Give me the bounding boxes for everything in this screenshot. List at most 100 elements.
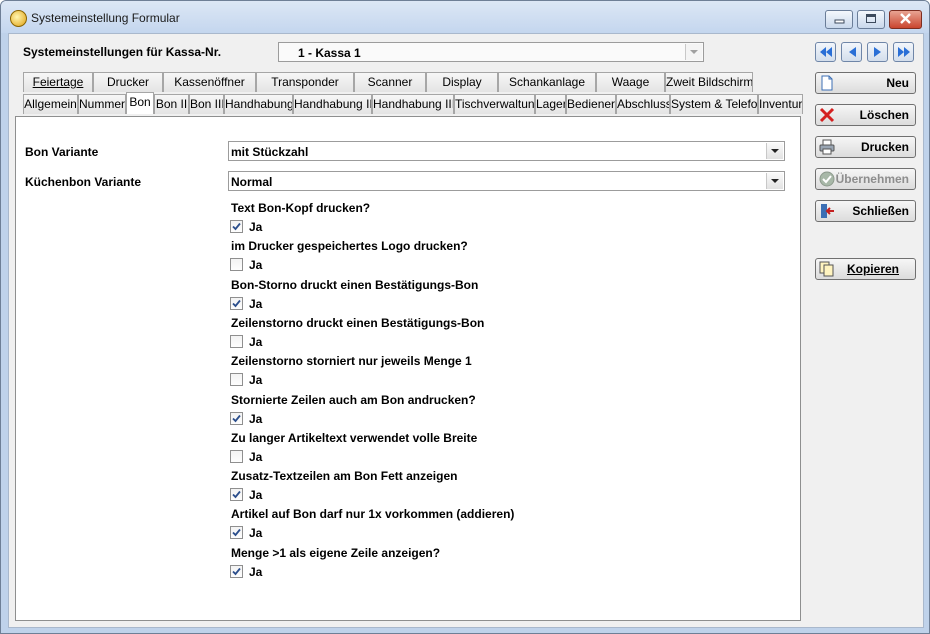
bon-variante-value: mit Stückzahl <box>231 145 309 159</box>
app-window: Systemeinstellung Formular Systemeinstel… <box>0 0 930 634</box>
tab-abschluss[interactable]: Abschluss <box>616 94 670 114</box>
tab-handhabung-ii[interactable]: Handhabung II <box>293 94 372 114</box>
option-checkbox-label[interactable]: Ja <box>249 565 262 579</box>
tab-handhabung-iii[interactable]: Handhabung III <box>372 94 454 114</box>
checkmark-circle-icon <box>819 171 835 187</box>
double-arrow-right-icon <box>897 47 910 57</box>
option-checkbox[interactable] <box>230 526 243 540</box>
copy-icon <box>819 261 834 277</box>
checkmark-icon <box>232 299 241 307</box>
tab-allgemein[interactable]: Allgemein <box>23 94 78 114</box>
kuechenbon-variante-select[interactable]: Normal <box>228 171 785 191</box>
option-checkbox-label[interactable]: Ja <box>249 335 262 349</box>
window-title: Systemeinstellung Formular <box>31 11 180 25</box>
maximize-button[interactable] <box>857 10 885 29</box>
option-label: Bon-Storno druckt einen Bestätigungs-Bon <box>231 277 479 292</box>
option-checkbox[interactable] <box>230 411 243 425</box>
option-checkbox[interactable] <box>230 488 243 502</box>
tab-system-telefon[interactable]: System & Telefon <box>670 94 758 114</box>
app-logo-icon <box>10 10 27 27</box>
tab-bon-iii[interactable]: Bon III <box>189 94 224 114</box>
previous-record-button[interactable] <box>841 42 862 62</box>
tab-tischverwaltung[interactable]: Tischverwaltung <box>454 94 535 114</box>
tab-bon[interactable]: Bon <box>126 92 154 114</box>
option-checkbox[interactable] <box>230 449 243 463</box>
option-checkbox-label[interactable]: Ja <box>249 297 262 311</box>
option-checkbox-label[interactable]: Ja <box>249 373 262 387</box>
title-bar: Systemeinstellung Formular <box>1 1 929 33</box>
option-checkbox-label[interactable]: Ja <box>249 526 262 540</box>
option-label: Stornierte Zeilen auch am Bon andrucken? <box>231 392 476 407</box>
tab-nummern[interactable]: Nummern <box>78 94 126 114</box>
new-button-label: Neu <box>886 76 909 90</box>
bon-variante-select[interactable]: mit Stückzahl <box>228 141 785 161</box>
option-checkbox-label[interactable]: Ja <box>249 488 262 502</box>
copy-button[interactable]: Kopieren <box>815 258 916 280</box>
arrow-left-icon <box>848 47 856 57</box>
option-checkbox-label[interactable]: Ja <box>249 450 262 464</box>
option-checkbox[interactable] <box>230 258 243 272</box>
option-checkbox[interactable] <box>230 334 243 348</box>
apply-button-label: Übernehmen <box>835 172 909 186</box>
printer-icon <box>819 139 835 155</box>
option-label: Zeilenstorno storniert nur jeweils Menge… <box>231 354 472 369</box>
copy-button-label: Kopieren <box>846 262 899 276</box>
tab-handhabung[interactable]: Handhabung <box>224 94 293 114</box>
tab-waage[interactable]: Waage <box>596 72 665 92</box>
option-checkbox-label[interactable]: Ja <box>249 220 262 234</box>
option-checkbox-label[interactable]: Ja <box>249 258 262 272</box>
tab-transponder[interactable]: Transponder <box>256 72 354 92</box>
tab-lager[interactable]: Lager <box>535 94 566 114</box>
double-arrow-left-icon <box>819 47 832 57</box>
print-button[interactable]: Drucken <box>815 136 916 158</box>
tab-bon-ii[interactable]: Bon II <box>154 94 189 114</box>
delete-x-icon <box>819 107 835 123</box>
option-label: Zusatz-Textzeilen am Bon Fett anzeigen <box>231 469 458 484</box>
option-checkbox-label[interactable]: Ja <box>249 412 262 426</box>
bon-variante-label: Bon Variante <box>25 145 99 159</box>
new-button[interactable]: Neu <box>815 72 916 94</box>
tab-bediener[interactable]: Bediener <box>566 94 616 114</box>
tab-scanner[interactable]: Scanner <box>354 72 426 92</box>
checkmark-icon <box>232 222 241 231</box>
checkmark-icon <box>232 491 241 499</box>
option-checkbox[interactable] <box>230 220 243 233</box>
apply-button[interactable]: Übernehmen <box>815 168 916 190</box>
kuechenbon-variante-value: Normal <box>231 175 273 189</box>
tab-display[interactable]: Display <box>426 72 498 92</box>
option-checkbox[interactable] <box>230 296 243 310</box>
bon-settings-panel: Bon Variante mit Stückzahl Küchenbon Var… <box>15 116 801 621</box>
close-window-button[interactable] <box>889 10 922 29</box>
minimize-button[interactable] <box>825 10 853 29</box>
last-record-button[interactable] <box>893 42 914 62</box>
option-label: Zu langer Artikeltext verwendet volle Br… <box>231 430 478 445</box>
option-label: Zeilenstorno druckt einen Bestätigungs-B… <box>231 315 485 330</box>
first-record-button[interactable] <box>815 42 836 62</box>
print-button-label: Drucken <box>860 140 909 154</box>
delete-button[interactable]: Löschen <box>815 104 916 126</box>
arrow-right-icon <box>873 47 881 57</box>
kassa-select[interactable]: 1 - Kassa 1 <box>278 42 704 62</box>
kassa-select-value: 1 - Kassa 1 <box>298 46 361 60</box>
tab-feiertage[interactable]: Feiertage <box>23 72 93 92</box>
option-label: Text Bon-Kopf drucken? <box>231 201 371 215</box>
option-checkbox[interactable] <box>230 373 243 387</box>
option-checkbox[interactable] <box>230 564 243 578</box>
chevron-down-icon <box>766 143 783 159</box>
next-record-button[interactable] <box>867 42 888 62</box>
option-label: Artikel auf Bon darf nur 1x vorkommen (a… <box>231 507 515 522</box>
delete-button-label: Löschen <box>859 108 909 122</box>
close-button[interactable]: Schließen <box>815 200 916 222</box>
form-client-area: Systemeinstellungen für Kassa-Nr. 1 - Ka… <box>8 33 924 628</box>
tab-schankanlage[interactable]: Schankanlage <box>498 72 596 92</box>
chevron-down-icon <box>685 44 702 60</box>
tab-inventur[interactable]: Inventur <box>758 94 803 114</box>
tab-kassenöffner[interactable]: Kassenöffner <box>163 72 256 92</box>
checkmark-icon <box>232 567 241 576</box>
close-button-label: Schließen <box>852 204 909 218</box>
tab-drucker[interactable]: Drucker <box>93 72 163 92</box>
option-label: Menge >1 als eigene Zeile anzeigen? <box>231 545 441 560</box>
tab-zweit-bildschirm[interactable]: Zweit Bildschirm <box>665 72 753 92</box>
checkmark-icon <box>232 529 241 537</box>
option-label: im Drucker gespeichertes Logo drucken? <box>231 239 468 254</box>
